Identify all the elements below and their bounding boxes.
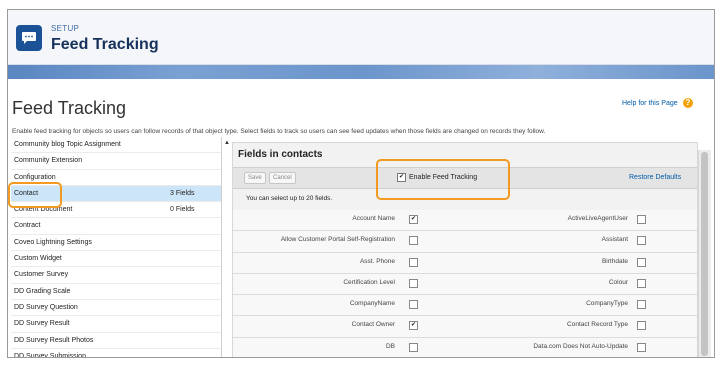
field-row: CompanyName CompanyType	[233, 295, 697, 317]
panel-scrollbar[interactable]	[698, 150, 711, 357]
object-name: Community Extension	[14, 157, 83, 165]
object-name: Configuration	[14, 173, 56, 181]
scroll-up-icon[interactable]: ▲	[224, 140, 230, 146]
field-row: Contact Owner ✔ Contact Record Type	[233, 316, 697, 338]
setup-title: Feed Tracking	[51, 36, 159, 53]
object-field-count: 0 Fields	[170, 206, 195, 214]
app-frame: SETUP Feed Tracking Feed Tracking Help f…	[7, 9, 715, 358]
page-title: Feed Tracking	[12, 98, 127, 118]
object-field-count: 3 Fields	[170, 189, 195, 197]
field-checkbox[interactable]	[409, 236, 418, 246]
scrollbar-thumb[interactable]	[701, 152, 708, 356]
object-list-item[interactable]: DD Grading Scale	[11, 284, 221, 300]
object-list-item[interactable]: Coveo Lightning Settings	[11, 235, 221, 252]
field-checkbox[interactable]	[409, 342, 418, 352]
field-checkbox[interactable]	[409, 300, 418, 310]
object-name: Customer Survey	[14, 271, 69, 279]
field-checkbox[interactable]	[637, 236, 646, 246]
field-grid: Account Name ✔ ActiveLiveAgentUser Allow Cu…	[233, 210, 697, 357]
field-row: Account Name ✔ ActiveLiveAgentUser	[233, 210, 697, 232]
field-label: CompanyType	[586, 300, 628, 308]
highlight-enable-feed-tracking	[376, 159, 510, 200]
object-name: DD Survey Submission	[14, 352, 86, 357]
field-label: Contact Owner	[351, 321, 395, 329]
field-limit-note: You can select up to 20 fields.	[246, 195, 333, 202]
object-list-item[interactable]: DD Survey Submission	[11, 349, 221, 357]
field-label: Asst. Phone	[359, 257, 395, 265]
field-label: ActiveLiveAgentUser	[567, 215, 628, 222]
field-checkbox[interactable]	[409, 278, 418, 288]
object-name: Custom Widget	[14, 255, 62, 263]
cancel-button[interactable]: Cancel	[269, 172, 296, 184]
object-list-item[interactable]: Contract	[11, 218, 221, 235]
object-name: Contract	[14, 222, 41, 230]
object-name: Coveo Lightning Settings	[14, 238, 92, 246]
field-label: Account Name	[352, 215, 395, 222]
object-name: DD Grading Scale	[14, 287, 71, 295]
field-checkbox[interactable]: ✔	[409, 321, 418, 331]
field-checkbox[interactable]	[637, 321, 646, 331]
setup-header: SETUP Feed Tracking	[8, 10, 714, 65]
field-label: Certification Level	[343, 278, 395, 286]
object-list[interactable]: Community blog Topic Assignment Community…	[11, 137, 222, 357]
object-list-item[interactable]: Customer Survey	[11, 267, 221, 284]
object-list-item[interactable]: DD Survey Result Photos	[11, 333, 221, 349]
object-list-item[interactable]: Community Extension	[11, 153, 221, 170]
chat-bubble-icon	[16, 25, 42, 51]
object-list-item[interactable]: Custom Widget	[11, 251, 221, 268]
setup-eyebrow: SETUP	[51, 24, 80, 33]
field-checkbox[interactable]	[637, 342, 646, 352]
field-label: Allow Customer Portal Self-Registration	[280, 236, 395, 244]
field-checkbox[interactable]	[637, 257, 646, 267]
object-list-item[interactable]: DD Survey Result	[11, 316, 221, 333]
object-name: DD Survey Result Photos	[14, 336, 94, 344]
field-label: CompanyName	[349, 300, 395, 308]
object-name: DD Survey Question	[14, 303, 78, 311]
field-checkbox[interactable]: ✔	[409, 215, 418, 224]
help-link[interactable]: Help for this Page	[622, 100, 678, 107]
field-row: DB Data.com Does Not Auto-Update	[233, 337, 697, 357]
panel-title: Fields in contacts	[238, 149, 323, 160]
object-list-item[interactable]: DD Survey Question	[11, 300, 221, 317]
field-row: Certification Level Colour	[233, 273, 697, 296]
save-button[interactable]: Save	[244, 172, 266, 184]
background-band	[8, 65, 714, 79]
object-list-item[interactable]: Community blog Topic Assignment	[11, 137, 221, 154]
field-checkbox[interactable]	[637, 300, 646, 310]
restore-defaults-link[interactable]: Restore Defaults	[629, 174, 681, 181]
page-description: Enable feed tracking for objects so user…	[12, 128, 546, 135]
field-label: Birthdate	[601, 257, 628, 265]
field-checkbox[interactable]	[637, 215, 646, 224]
field-label: Contact Record Type	[567, 321, 628, 329]
object-name: Community blog Topic Assignment	[14, 141, 121, 148]
field-label: Data.com Does Not Auto-Update	[533, 342, 628, 350]
field-row: Allow Customer Portal Self-Registration A…	[233, 231, 697, 253]
field-checkbox[interactable]	[409, 257, 418, 267]
field-label: Colour	[608, 278, 628, 286]
field-row: Asst. Phone Birthdate	[233, 252, 697, 274]
field-label: Assistant	[601, 236, 628, 244]
highlight-contact	[8, 182, 62, 208]
help-icon[interactable]: ?	[683, 98, 693, 108]
field-checkbox[interactable]	[637, 278, 646, 288]
object-name: DD Survey Result	[14, 320, 70, 328]
main-content: Feed Tracking Help for this Page ? Enabl…	[8, 79, 714, 357]
field-label: DB	[385, 342, 395, 350]
